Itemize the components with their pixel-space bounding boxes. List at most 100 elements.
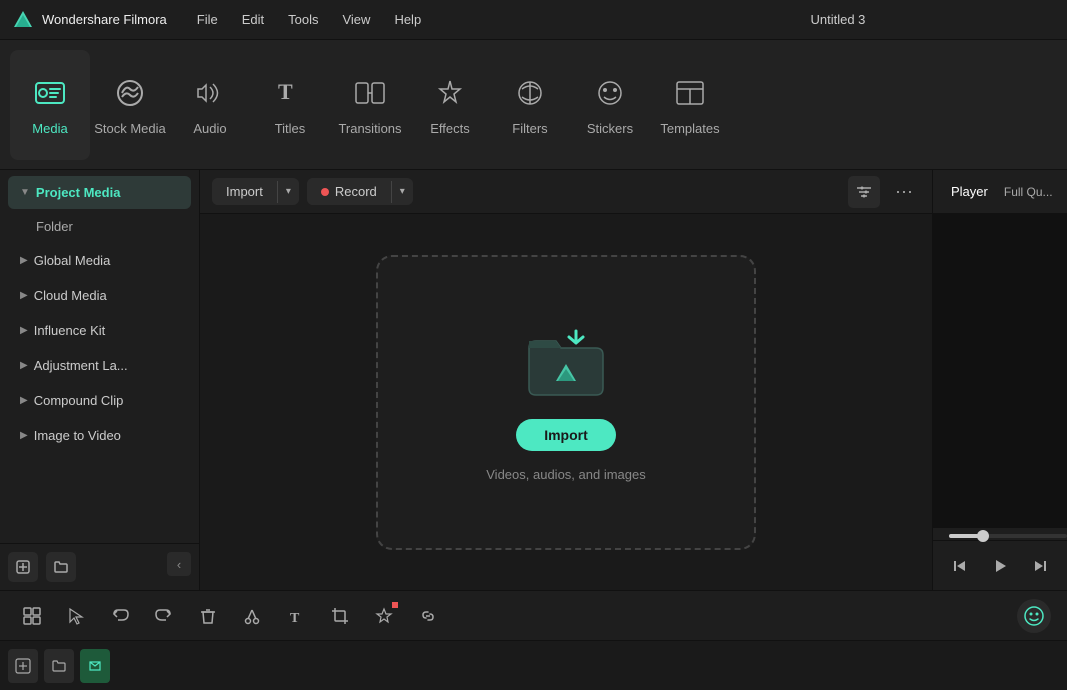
scene-detect-button[interactable]: [16, 600, 48, 632]
link-button[interactable]: [412, 600, 444, 632]
cursor-tool-button[interactable]: [60, 600, 92, 632]
toolbar-label-effects: Effects: [430, 121, 470, 136]
bottom-toolbar: T: [0, 590, 1067, 640]
svg-text:T: T: [278, 79, 293, 104]
toolbar-item-titles[interactable]: T Titles: [250, 50, 330, 160]
timeline-media-button[interactable]: [80, 649, 110, 683]
sidebar-collapse-button[interactable]: ‹: [167, 552, 191, 576]
menu-tools[interactable]: Tools: [278, 8, 328, 31]
player-play-button[interactable]: [988, 554, 1012, 578]
import-drop-box: Import Videos, audios, and images: [376, 255, 756, 550]
right-panel: Player Full Qu...: [932, 170, 1067, 590]
sidebar-item-cloud-media[interactable]: ▶ Cloud Media: [8, 279, 191, 312]
effects-icon: [430, 73, 470, 113]
player-tab[interactable]: Player: [943, 180, 996, 203]
more-options-button[interactable]: ···: [888, 176, 920, 208]
player-controls: [933, 540, 1067, 590]
media-icon: [30, 73, 70, 113]
ai-edit-button[interactable]: [368, 600, 400, 632]
sidebar-item-adjustment-layer[interactable]: ▶ Adjustment La...: [8, 349, 191, 382]
window-title: Untitled 3: [621, 12, 1055, 27]
sidebar-item-project-media[interactable]: ▼ Project Media: [8, 176, 191, 209]
text-button[interactable]: T: [280, 600, 312, 632]
main-media-panel: Import ▾ Record ▾: [200, 170, 932, 590]
cut-button[interactable]: [236, 600, 268, 632]
crop-button[interactable]: [324, 600, 356, 632]
record-dropdown-arrow[interactable]: ▾: [392, 180, 413, 203]
sidebar-item-influence-kit[interactable]: ▶ Influence Kit: [8, 314, 191, 347]
toolbar-item-stock-media[interactable]: Stock Media: [90, 50, 170, 160]
player-tab-more[interactable]: Full Qu...: [1004, 185, 1053, 199]
titlebar: Wondershare Filmora File Edit Tools View…: [0, 0, 1067, 40]
undo-button[interactable]: [104, 600, 136, 632]
record-button-group: Record ▾: [307, 178, 413, 205]
add-media-button[interactable]: [8, 552, 38, 582]
timeline-strip: [0, 640, 1067, 690]
drop-zone-subtitle: Videos, audios, and images: [486, 467, 645, 482]
redo-button[interactable]: [148, 600, 180, 632]
menu-bar: File Edit Tools View Help: [187, 8, 621, 31]
player-step-back-button[interactable]: [948, 554, 972, 578]
audio-icon: [190, 73, 230, 113]
player-step-forward-button[interactable]: [1028, 554, 1052, 578]
sidebar-item-compound-clip[interactable]: ▶ Compound Clip: [8, 384, 191, 417]
image-to-video-arrow: ▶: [20, 430, 28, 441]
ai-face-button[interactable]: [1017, 599, 1051, 633]
player-progress-fill: [949, 534, 979, 538]
record-button[interactable]: Record: [307, 178, 391, 205]
toolbar-label-templates: Templates: [660, 121, 719, 136]
player-progress-thumb[interactable]: [977, 530, 989, 542]
filter-button[interactable]: [848, 176, 880, 208]
menu-edit[interactable]: Edit: [232, 8, 274, 31]
transitions-icon: [350, 73, 390, 113]
sidebar-item-global-media[interactable]: ▶ Global Media: [8, 244, 191, 277]
media-toolbar: Import ▾ Record ▾: [200, 170, 932, 214]
folder-illustration: [521, 323, 611, 403]
svg-text:T: T: [290, 611, 300, 626]
player-progress-bar[interactable]: [949, 534, 1067, 538]
filters-icon: [510, 73, 550, 113]
timeline-add-track-button[interactable]: [8, 649, 38, 683]
stock-media-icon: [110, 73, 150, 113]
record-dot-icon: [321, 188, 329, 196]
toolbar-item-templates[interactable]: Templates: [650, 50, 730, 160]
templates-icon: [670, 73, 710, 113]
toolbar-item-filters[interactable]: Filters: [490, 50, 570, 160]
toolbar-label-titles: Titles: [275, 121, 306, 136]
content-area: ▼ Project Media Folder ▶ Global Media ▶ …: [0, 170, 1067, 590]
app-logo: Wondershare Filmora: [12, 9, 167, 31]
app-logo-icon: [12, 9, 34, 31]
timeline-folder-button[interactable]: [44, 649, 74, 683]
menu-view[interactable]: View: [332, 8, 380, 31]
player-video-area: [933, 214, 1067, 528]
main-toolbar: Media Stock Media Audio T T: [0, 40, 1067, 170]
toolbar-label-stock-media: Stock Media: [94, 121, 166, 136]
toolbar-item-transitions[interactable]: Transitions: [330, 50, 410, 160]
import-button[interactable]: Import: [212, 178, 277, 205]
sidebar-item-folder[interactable]: Folder: [8, 211, 191, 242]
ai-badge: [392, 602, 398, 608]
import-button-group: Import ▾: [212, 178, 299, 205]
add-folder-button[interactable]: [46, 552, 76, 582]
global-media-arrow: ▶: [20, 255, 28, 266]
drop-zone-import-button[interactable]: Import: [516, 419, 616, 451]
player-progress-row: [933, 528, 1067, 540]
toolbar-item-effects[interactable]: Effects: [410, 50, 490, 160]
influence-kit-arrow: ▶: [20, 325, 28, 336]
toolbar-label-audio: Audio: [193, 121, 226, 136]
menu-help[interactable]: Help: [384, 8, 431, 31]
drop-zone-area: Import Videos, audios, and images: [200, 214, 932, 590]
app-name: Wondershare Filmora: [42, 12, 167, 27]
toolbar-item-audio[interactable]: Audio: [170, 50, 250, 160]
toolbar-item-stickers[interactable]: Stickers: [570, 50, 650, 160]
delete-button[interactable]: [192, 600, 224, 632]
menu-file[interactable]: File: [187, 8, 228, 31]
toolbar-label-stickers: Stickers: [587, 121, 633, 136]
toolbar-label-media: Media: [32, 121, 67, 136]
sidebar-item-image-to-video[interactable]: ▶ Image to Video: [8, 419, 191, 452]
cloud-media-arrow: ▶: [20, 290, 28, 301]
toolbar-item-media[interactable]: Media: [10, 50, 90, 160]
import-dropdown-arrow[interactable]: ▾: [278, 180, 299, 203]
player-header: Player Full Qu...: [933, 170, 1067, 214]
toolbar-label-filters: Filters: [512, 121, 547, 136]
